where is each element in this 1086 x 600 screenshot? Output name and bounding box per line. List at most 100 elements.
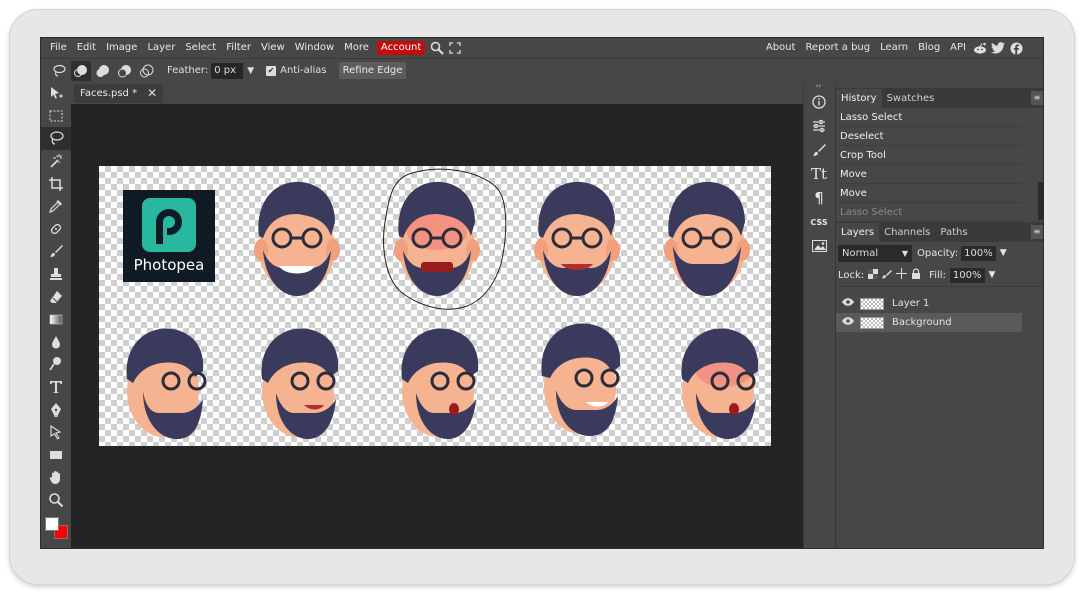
lasso-tool-button-icon[interactable] — [41, 127, 71, 150]
layer-options: Normal ▼ Opacity: 100% ▼ — [836, 242, 1043, 264]
clone-stamp-icon[interactable] — [41, 263, 71, 286]
layer-row[interactable]: Background — [836, 313, 1022, 332]
history-item[interactable]: Lasso Select — [836, 203, 1022, 222]
blend-mode-select[interactable]: Normal ▼ — [838, 244, 912, 262]
reddit-icon[interactable] — [971, 38, 989, 58]
subtract-selection-icon[interactable] — [115, 61, 135, 81]
fill-dropdown-icon[interactable]: ▼ — [989, 270, 996, 280]
chevron-down-icon: ▼ — [901, 248, 908, 258]
lock-all-icon[interactable] — [911, 268, 921, 282]
foreground-color[interactable] — [45, 517, 59, 531]
face-illustration — [664, 181, 750, 296]
blur-tool-icon[interactable] — [41, 331, 71, 354]
tab-layers[interactable]: Layers — [836, 223, 880, 242]
menu-filter[interactable]: Filter — [221, 38, 256, 58]
close-tab-icon[interactable]: ✕ — [147, 84, 157, 103]
intersect-selection-icon[interactable] — [137, 61, 157, 81]
new-selection-icon[interactable] — [71, 60, 91, 81]
eye-icon[interactable] — [842, 317, 854, 328]
fullscreen-icon[interactable] — [446, 38, 464, 58]
crop-tool-icon[interactable] — [41, 172, 71, 195]
tab-swatches[interactable]: Swatches — [882, 89, 940, 108]
move-tool-icon[interactable] — [41, 82, 71, 105]
antialias-checkbox[interactable]: ✔ — [266, 65, 277, 76]
facebook-icon[interactable] — [1007, 38, 1025, 58]
menu-select[interactable]: Select — [180, 38, 221, 58]
fill-input[interactable]: 100% — [949, 267, 985, 283]
menu-report-bug[interactable]: Report a bug — [800, 38, 875, 58]
history-item[interactable]: Crop Tool — [836, 146, 1022, 165]
css-icon[interactable]: CSS — [804, 210, 834, 234]
menu-learn[interactable]: Learn — [875, 38, 913, 58]
history-item[interactable]: Move — [836, 165, 1022, 184]
eyedropper-icon[interactable] — [41, 195, 71, 218]
brush-tool-icon[interactable] — [41, 240, 71, 263]
history-item[interactable]: Lasso Select — [836, 108, 1022, 127]
document-tabs: Faces.psd * ✕ — [71, 82, 803, 104]
lasso-tool-icon[interactable] — [49, 61, 69, 81]
opacity-dropdown-icon[interactable]: ▼ — [1000, 248, 1007, 258]
menu-more[interactable]: More — [339, 38, 374, 58]
add-selection-icon[interactable] — [93, 61, 113, 81]
opacity-input[interactable]: 100% — [961, 245, 996, 261]
feather-input[interactable]: 0 px — [211, 62, 244, 79]
tab-history[interactable]: History — [836, 89, 882, 108]
canvas[interactable]: Photopea — [99, 166, 771, 446]
magic-wand-icon[interactable] — [41, 150, 71, 173]
hand-tool-icon[interactable] — [41, 466, 71, 489]
history-item[interactable]: Deselect — [836, 127, 1022, 146]
layers-menu-icon[interactable]: ≡ — [1031, 225, 1043, 239]
menu-api[interactable]: API — [945, 38, 971, 58]
tab-paths[interactable]: Paths — [935, 223, 972, 242]
face-illustration — [254, 181, 340, 296]
lock-position-icon[interactable] — [896, 268, 908, 282]
opacity-label: Opacity: — [917, 247, 959, 259]
info-icon[interactable] — [804, 90, 834, 114]
side-icon-column: ‹› Tt ¶ CSS — [803, 82, 834, 548]
search-icon[interactable] — [428, 38, 446, 58]
twitter-icon[interactable] — [989, 38, 1007, 58]
layer-row[interactable]: Layer 1 — [836, 294, 1022, 313]
eye-icon[interactable] — [842, 298, 854, 309]
account-button[interactable]: Account — [376, 41, 426, 55]
character-icon[interactable]: Tt — [804, 162, 834, 186]
adjustments-icon[interactable] — [804, 114, 834, 138]
menu-edit[interactable]: Edit — [72, 38, 101, 58]
menu-window[interactable]: Window — [290, 38, 339, 58]
lock-row: Lock: Fill: 100% ▼ — [836, 264, 1043, 286]
menu-view[interactable]: View — [256, 38, 290, 58]
menu-blog[interactable]: Blog — [913, 38, 945, 58]
document-tab[interactable]: Faces.psd * ✕ — [74, 84, 164, 103]
dodge-tool-icon[interactable] — [41, 353, 71, 376]
eraser-icon[interactable] — [41, 285, 71, 308]
menu-about[interactable]: About — [761, 38, 801, 58]
brush-settings-icon[interactable] — [804, 138, 834, 162]
menu-image[interactable]: Image — [101, 38, 142, 58]
tab-channels[interactable]: Channels — [879, 223, 935, 242]
layers-panel-tabs: Layers Channels Paths ≡ — [836, 222, 1043, 242]
photopea-logo: Photopea — [123, 190, 215, 282]
history-scrollbar[interactable] — [1038, 182, 1043, 220]
collapse-icon[interactable]: ‹› — [804, 82, 833, 90]
lock-pixels-icon[interactable] — [882, 269, 893, 282]
type-tool-icon[interactable] — [41, 376, 71, 399]
refine-edge-button[interactable]: Refine Edge — [338, 62, 407, 79]
lock-transparency-icon[interactable] — [868, 268, 879, 282]
marquee-tool-icon[interactable] — [41, 105, 71, 128]
menu-layer[interactable]: Layer — [142, 38, 180, 58]
gradient-tool-icon[interactable] — [41, 308, 71, 331]
paragraph-icon[interactable]: ¶ — [804, 186, 834, 210]
history-item[interactable]: Move — [836, 184, 1022, 203]
fill-label: Fill: — [929, 269, 946, 281]
rectangle-tool-icon[interactable] — [41, 444, 71, 467]
menu-bar: File Edit Image Layer Select Filter View… — [41, 38, 1043, 58]
pen-tool-icon[interactable] — [41, 398, 71, 421]
image-icon[interactable] — [804, 234, 834, 258]
history-menu-icon[interactable]: ≡ — [1031, 91, 1043, 105]
feather-dropdown-icon[interactable]: ▼ — [247, 66, 254, 76]
zoom-tool-icon[interactable] — [41, 489, 71, 512]
healing-brush-icon[interactable] — [41, 218, 71, 241]
history-panel-tabs: History Swatches ≡ — [836, 88, 1043, 108]
menu-file[interactable]: File — [45, 38, 72, 58]
path-select-icon[interactable] — [41, 421, 71, 444]
